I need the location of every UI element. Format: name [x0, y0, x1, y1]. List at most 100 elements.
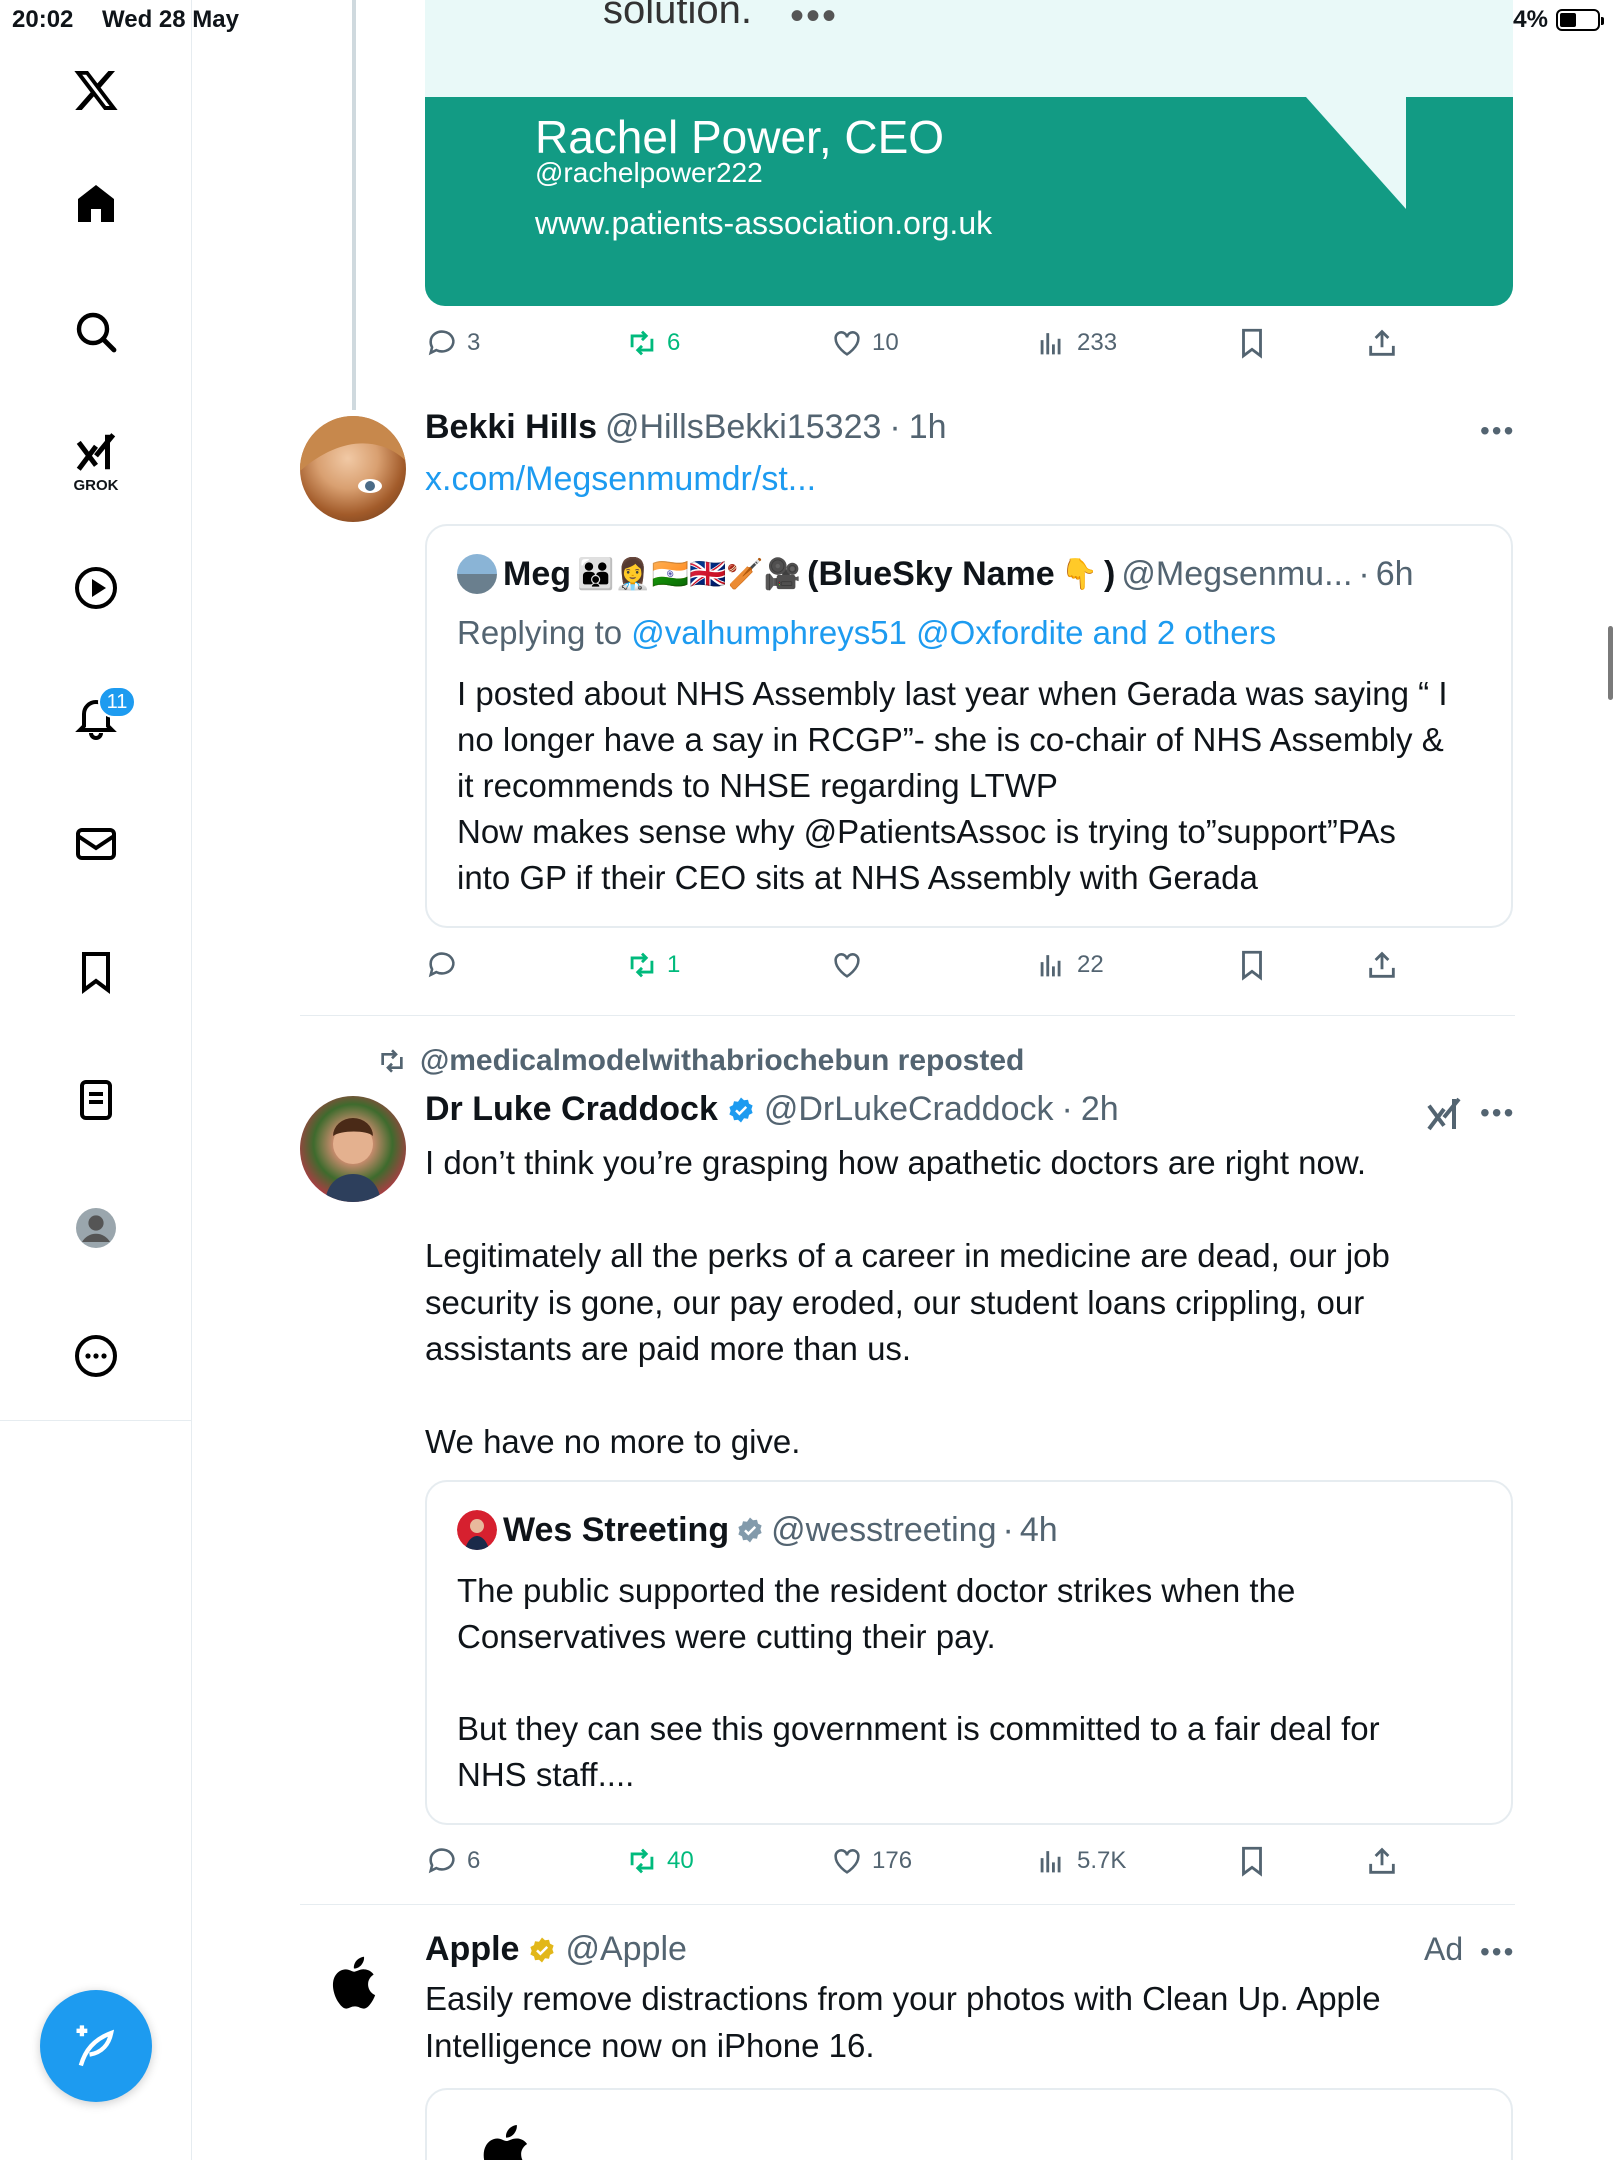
reply-count: 3 — [467, 329, 481, 356]
text-line: The public supported the resident doctor… — [457, 1572, 1296, 1609]
replying-prefix: Replying to — [457, 614, 623, 651]
avatar-face — [325, 1118, 381, 1202]
text-line: assistants are paid more than us. — [425, 1330, 912, 1367]
apple-logo-icon — [475, 2120, 533, 2160]
text-line: into GP if their CEO sits at NHS Assembl… — [457, 859, 1258, 896]
banner-top-text: solution. — [603, 0, 752, 32]
post-header: Dr Luke Craddock @DrLukeCraddock · 2h — [425, 1090, 1119, 1129]
text-line: no longer have a say in RCGP”- she is co… — [457, 721, 1444, 758]
home-icon[interactable] — [56, 164, 136, 244]
text-line: security is gone, our pay eroded, our st… — [425, 1283, 1365, 1321]
author-name[interactable]: Apple — [425, 1930, 519, 1969]
more-options-button[interactable]: ••• — [1480, 415, 1515, 447]
quoted-post[interactable]: Meg 👪👩‍⚕️🇮🇳🇬🇧🏏🎥 (BlueSky Name 👇 ) @Megse… — [425, 524, 1513, 928]
views-button[interactable]: 22 — [1035, 948, 1104, 982]
post-time[interactable]: 2h — [1081, 1090, 1119, 1129]
quoted-post-header: Wes Streeting @wesstreeting · 4h — [457, 1510, 1058, 1550]
share-button[interactable] — [1365, 948, 1399, 982]
reply-icon — [428, 952, 455, 978]
views-count: 22 — [1077, 951, 1104, 978]
scrollbar-thumb[interactable] — [1608, 626, 1613, 700]
quoted-author-handle: @Megsenmu... — [1121, 554, 1353, 593]
repost-button[interactable]: 40 — [625, 1844, 694, 1878]
more-options-icon[interactable] — [56, 1316, 136, 1396]
text-line: I don’t think you’re grasping how apathe… — [425, 1144, 1367, 1181]
author-name[interactable]: Bekki Hills — [425, 408, 597, 447]
lists-icon[interactable] — [56, 1060, 136, 1140]
repost-button[interactable]: 1 — [625, 948, 680, 982]
grok-icon[interactable]: GROK — [56, 416, 136, 506]
repost-icon — [630, 952, 654, 978]
author-handle[interactable]: @DrLukeCraddock — [764, 1090, 1054, 1129]
post-header: Bekki Hills @HillsBekki15323 · 1h — [425, 408, 947, 447]
replying-to-handles[interactable]: @valhumphreys51 @Oxfordite and 2 others — [631, 614, 1276, 651]
messages-envelope-icon[interactable] — [56, 804, 136, 884]
author-name-close: ) — [1104, 554, 1116, 593]
search-icon[interactable] — [56, 292, 136, 372]
author-emojis: 👪👩‍⚕️🇮🇳🇬🇧🏏🎥 — [577, 556, 802, 592]
quoted-avatar — [457, 1510, 497, 1550]
share-icon — [1369, 329, 1395, 356]
views-chart-icon — [1040, 333, 1061, 355]
quoted-post-header: Meg 👪👩‍⚕️🇮🇳🇬🇧🏏🎥 (BlueSky Name 👇 ) @Megse… — [457, 554, 1414, 594]
repost-button[interactable]: 6 — [625, 326, 680, 360]
post-time[interactable]: 1h — [909, 408, 947, 447]
views-button[interactable]: 233 — [1035, 326, 1117, 360]
grok-explain-icon[interactable] — [1424, 1094, 1464, 1139]
bookmark-button[interactable] — [1235, 1844, 1269, 1878]
quoted-avatar — [457, 554, 497, 594]
bookmark-button[interactable] — [1235, 326, 1269, 360]
speech-bubble-tail — [1306, 97, 1406, 209]
quoted-post-time: 6h — [1375, 554, 1414, 593]
share-button[interactable] — [1365, 1844, 1399, 1878]
views-chart-icon — [1040, 955, 1061, 977]
bookmark-button[interactable] — [1235, 948, 1269, 982]
post-media-banner[interactable]: solution. ••• Rachel Power, CEO @rachelp… — [425, 0, 1513, 306]
quoted-post-text: I posted about NHS Assembly last year wh… — [457, 671, 1487, 901]
banner-handle: @rachelpower222 — [535, 157, 763, 188]
more-options-button[interactable]: ••• — [1480, 1936, 1515, 1968]
ad-media-card[interactable] — [425, 2088, 1513, 2160]
text-line — [425, 1373, 1485, 1420]
author-handle[interactable]: @Apple — [565, 1930, 686, 1969]
more-options-button[interactable]: ••• — [1480, 1097, 1515, 1129]
repost-count: 6 — [667, 329, 681, 356]
author-handle[interactable]: @HillsBekki15323 — [605, 408, 881, 447]
sidebar-divider — [0, 1420, 192, 1421]
text-line — [457, 1660, 1487, 1706]
like-button[interactable]: 10 — [830, 326, 899, 360]
avatar-bekki-hills[interactable] — [300, 416, 406, 522]
reply-icon — [428, 1848, 455, 1874]
repost-icon — [630, 1848, 654, 1874]
like-button[interactable]: 176 — [830, 1844, 912, 1878]
banner-dots: ••• — [790, 0, 839, 38]
like-button[interactable] — [830, 948, 872, 982]
quoted-post[interactable]: Wes Streeting @wesstreeting · 4h The pub… — [425, 1480, 1513, 1825]
compose-post-button[interactable] — [40, 1990, 152, 2102]
play-video-icon[interactable] — [56, 548, 136, 628]
post-link[interactable]: x.com/Megsenmumdr/st... — [425, 460, 816, 499]
like-count: 10 — [872, 329, 899, 356]
repost-by[interactable]: @medicalmodelwithabriochebun reposted — [420, 1044, 1024, 1078]
bookmarks-icon[interactable] — [56, 932, 136, 1012]
reply-button[interactable]: 3 — [425, 326, 480, 360]
x-logo-icon[interactable] — [56, 50, 136, 130]
verified-badge-icon — [729, 1097, 753, 1122]
notifications-bell-icon[interactable]: 11 — [56, 676, 136, 756]
avatar-face — [300, 416, 406, 493]
views-button[interactable]: 5.7K — [1035, 1844, 1126, 1878]
share-button[interactable] — [1365, 326, 1399, 360]
ad-label: Ad — [1424, 1931, 1464, 1967]
verified-badge-icon — [738, 1517, 762, 1543]
views-count: 5.7K — [1077, 1847, 1127, 1874]
heart-icon — [834, 1849, 860, 1874]
author-name[interactable]: Dr Luke Craddock — [425, 1090, 718, 1129]
profile-avatar-icon[interactable] — [56, 1188, 136, 1268]
reply-button[interactable]: 6 — [425, 1844, 480, 1878]
bookmark-icon — [1242, 1846, 1262, 1877]
reply-button[interactable] — [425, 948, 467, 982]
replying-to: Replying to @valhumphreys51 @Oxfordite a… — [457, 614, 1276, 652]
views-count: 233 — [1077, 329, 1118, 356]
apple-logo-icon[interactable] — [326, 1952, 378, 2017]
avatar-dr-luke-craddock[interactable] — [300, 1096, 406, 1202]
